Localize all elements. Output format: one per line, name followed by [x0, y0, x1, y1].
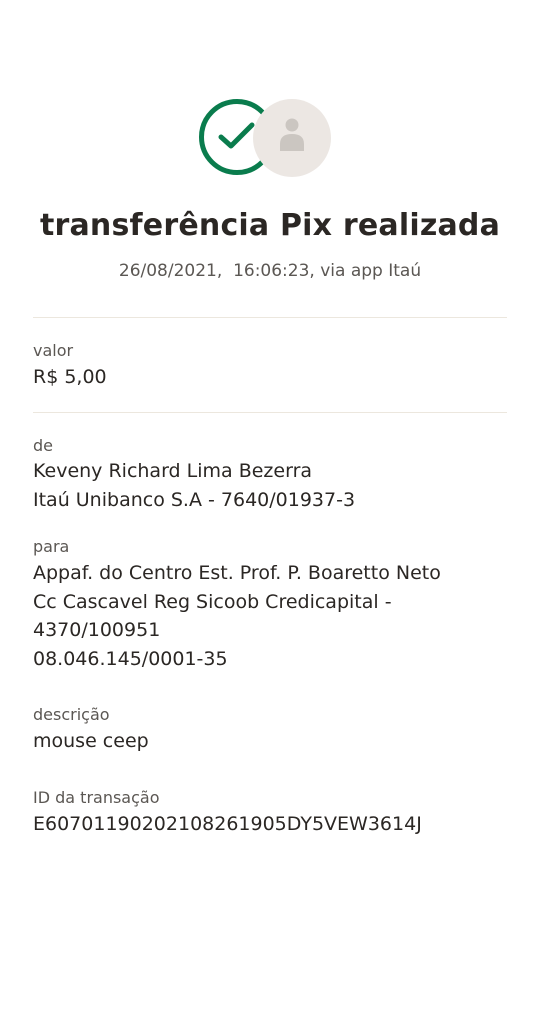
divider [33, 412, 507, 413]
divider [33, 317, 507, 318]
page-title: transferência Pix realizada [39, 208, 501, 243]
transaction-id-label: ID da transação [33, 788, 160, 807]
amount-label: valor [33, 341, 74, 360]
sender-label: de [33, 436, 53, 455]
person-icon [280, 118, 304, 151]
recipient-label: para [33, 537, 70, 556]
sender-details: Keveny Richard Lima Bezerra Itaú Unibanc… [33, 457, 355, 514]
sender-bank: Itaú Unibanco S.A - 7640/01937-3 [33, 488, 356, 511]
recipient-details: Appaf. do Centro Est. Prof. P. Boaretto … [33, 559, 441, 673]
description-value: mouse ceep [33, 730, 149, 752]
recipient-account: 4370/100951 [33, 619, 161, 641]
transaction-id-value: E60701190202108261905DY5VEW3614J [33, 813, 422, 835]
header-icons [199, 99, 333, 177]
recipient-document: 08.046.145/0001-35 [33, 647, 228, 670]
avatar [253, 99, 331, 177]
recipient-name: Appaf. do Centro Est. Prof. P. Boaretto … [33, 562, 441, 584]
description-label: descrição [33, 705, 110, 724]
transaction-datetime: 26/08/2021, 16:06:23, via app Itaú [118, 261, 422, 281]
sender-name: Keveny Richard Lima Bezerra [33, 460, 313, 482]
amount-value: R$ 5,00 [33, 366, 107, 388]
recipient-bank: Cc Cascavel Reg Sicoob Credicapital - [33, 590, 392, 613]
